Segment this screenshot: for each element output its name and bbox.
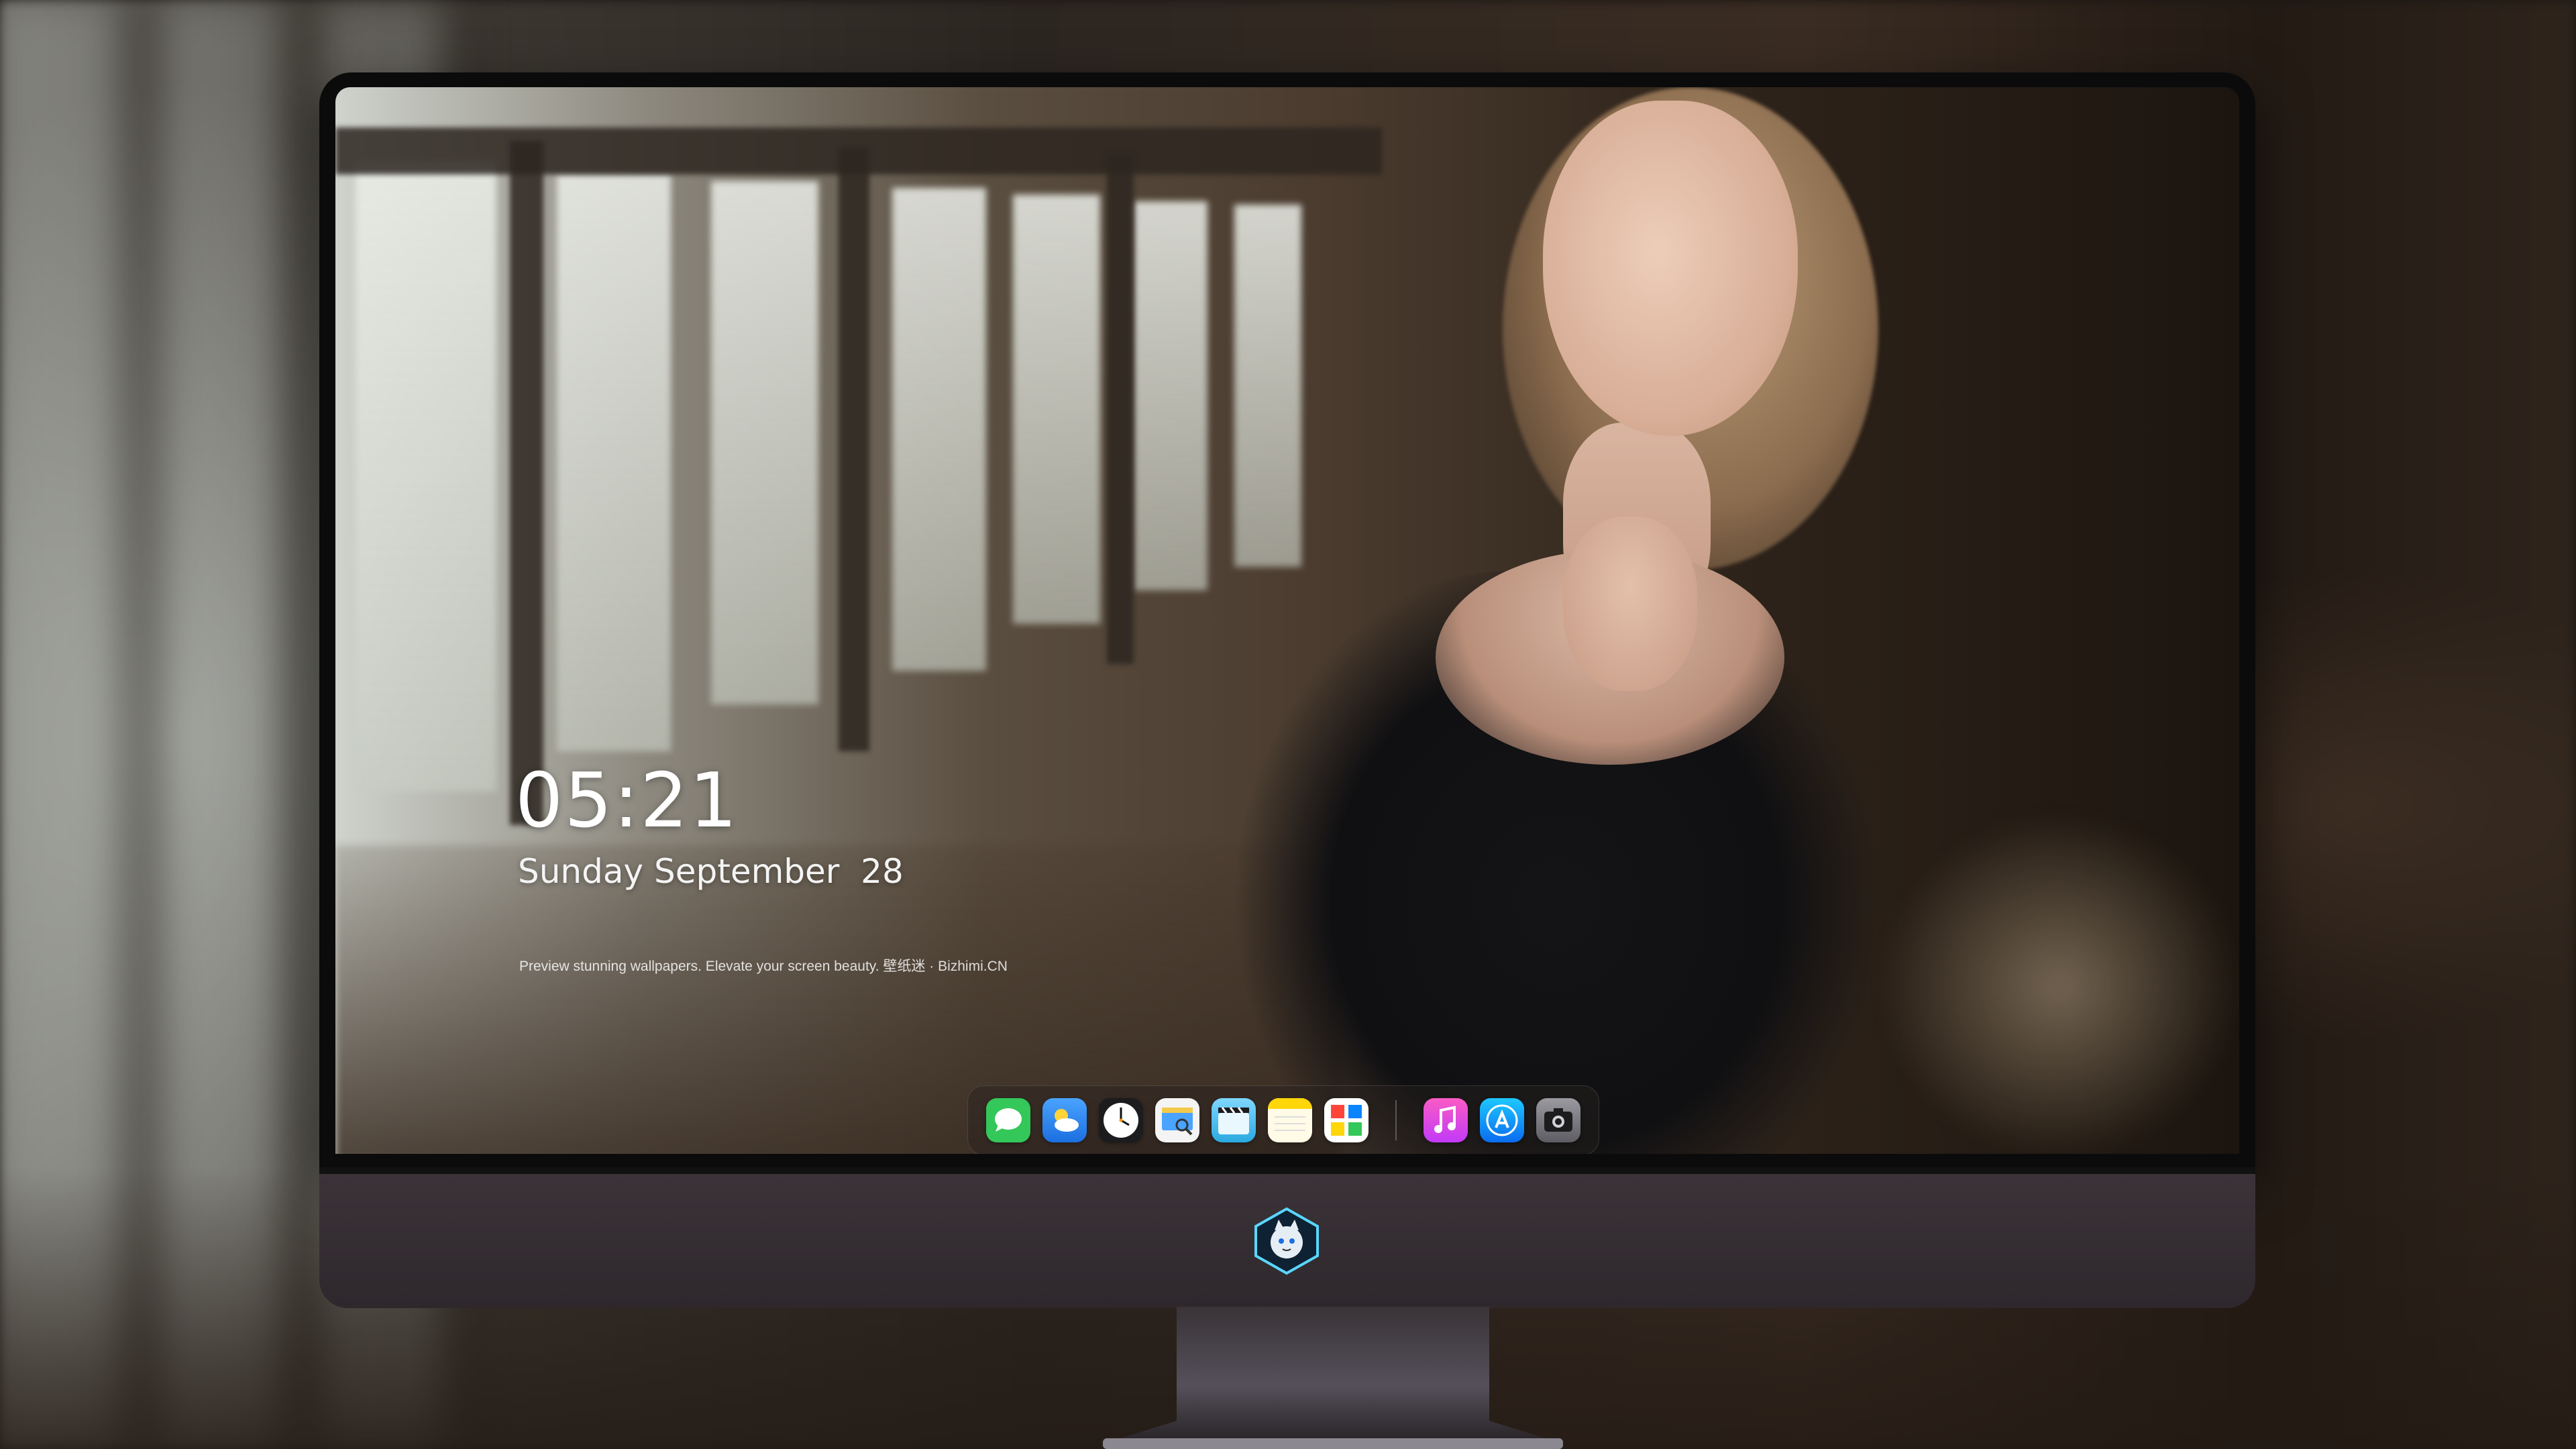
music-icon[interactable] — [1424, 1098, 1468, 1142]
desktop-scene: 05:21 Sunday September 28 Preview stunni… — [0, 0, 2576, 1449]
bizhimi-logo-icon — [1252, 1206, 1322, 1276]
weather-icon[interactable] — [1042, 1098, 1087, 1142]
dock — [967, 1085, 1599, 1154]
app-store-icon[interactable] — [1480, 1098, 1524, 1142]
clips-icon[interactable] — [1212, 1098, 1256, 1142]
photos-gallery-icon[interactable] — [1324, 1098, 1368, 1142]
messages-icon[interactable] — [986, 1098, 1030, 1142]
notes-icon[interactable] — [1268, 1098, 1312, 1142]
monitor-chin — [319, 1167, 2255, 1308]
lock-screen-date: Sunday September 28 — [518, 852, 904, 891]
clock-icon[interactable] — [1099, 1098, 1143, 1142]
dock-separator — [1395, 1100, 1397, 1140]
lock-screen-tagline: Preview stunning wallpapers. Elevate you… — [519, 959, 1008, 974]
monitor-bezel: 05:21 Sunday September 28 Preview stunni… — [319, 72, 2255, 1167]
camera-icon[interactable] — [1536, 1098, 1580, 1142]
lock-screen[interactable]: 05:21 Sunday September 28 Preview stunni… — [335, 87, 2239, 1154]
monitor: 05:21 Sunday September 28 Preview stunni… — [319, 72, 2255, 1308]
preview-icon[interactable] — [1155, 1098, 1199, 1142]
monitor-stand — [1076, 1307, 1590, 1449]
lock-screen-time: 05:21 — [515, 757, 739, 845]
